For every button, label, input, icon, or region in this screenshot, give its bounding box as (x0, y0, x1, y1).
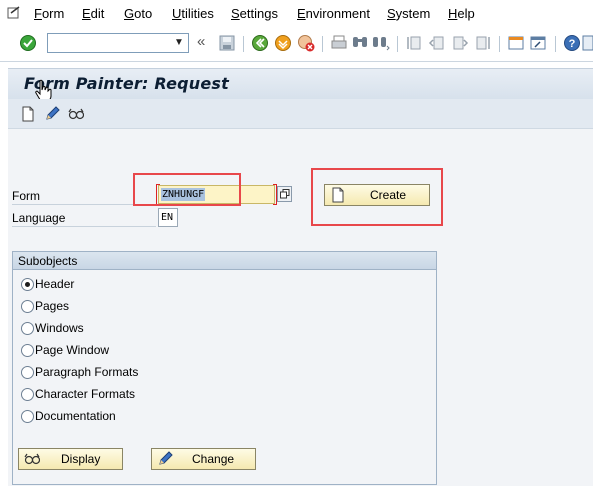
command-field[interactable]: ▼ (47, 33, 189, 53)
copy-icon (280, 189, 290, 199)
radio-label-documentation: Documentation (35, 409, 116, 423)
save-icon[interactable] (218, 34, 236, 52)
print-icon[interactable] (330, 34, 348, 52)
display-button-label: Display (61, 452, 101, 466)
enter-icon[interactable] (19, 34, 37, 52)
toolbar-separator (322, 36, 323, 52)
menu-goto[interactable]: Goto (124, 6, 152, 21)
toolbar-separator (555, 36, 556, 52)
create-icon[interactable] (20, 106, 36, 122)
change-icon[interactable] (44, 106, 60, 122)
display-icon[interactable] (68, 106, 84, 122)
label-underline (12, 226, 156, 227)
change-button-label: Change (192, 452, 235, 466)
radio-label-header: Header (35, 277, 75, 291)
radio-character-formats[interactable] (21, 388, 34, 401)
radio-label-pages: Pages (35, 299, 70, 313)
language-label: Language (12, 211, 66, 225)
highlight-box-form (133, 173, 241, 206)
exit-icon[interactable] (274, 34, 292, 52)
display-button[interactable]: Display (18, 448, 123, 470)
menu-settings[interactable]: Settings (231, 6, 278, 21)
help-icon[interactable]: ? (563, 34, 581, 52)
find-icon[interactable] (351, 34, 369, 52)
change-button[interactable]: Change (151, 448, 256, 470)
language-input[interactable]: EN (158, 208, 178, 227)
svg-text:?: ? (569, 38, 576, 50)
back-icon[interactable] (251, 34, 269, 52)
language-value: EN (161, 212, 174, 223)
radio-label-character-formats: Character Formats (35, 387, 136, 401)
subobjects-title: Subobjects (18, 254, 78, 268)
radio-page-window[interactable] (21, 344, 34, 357)
find-next-icon[interactable] (372, 34, 390, 52)
page-title: Form Painter: Request (24, 74, 229, 93)
display-icon (24, 453, 40, 465)
toolbar-separator (499, 36, 500, 52)
form-label: Form (12, 189, 40, 203)
chevron-down-icon[interactable]: ▼ (173, 37, 185, 49)
first-page-icon[interactable] (405, 34, 423, 52)
radio-label-windows: Windows (35, 321, 84, 335)
radio-windows[interactable] (21, 322, 34, 335)
toolbar-separator (397, 36, 398, 52)
menu-environment[interactable]: Environment (297, 6, 370, 21)
customize-layout-icon[interactable] (582, 34, 593, 52)
radio-header[interactable] (21, 278, 34, 291)
highlight-box-create (311, 168, 443, 226)
shortcut-icon[interactable] (529, 34, 547, 52)
menu-utilities[interactable]: Utilities (172, 6, 214, 21)
toolbar-separator (243, 36, 244, 52)
menu-edit[interactable]: Edit (82, 6, 104, 21)
system-menu-icon[interactable] (7, 6, 21, 20)
previous-page-icon[interactable] (428, 34, 446, 52)
radio-pages[interactable] (21, 300, 34, 313)
radio-paragraph-formats[interactable] (21, 366, 34, 379)
menu-form[interactable]: Form (34, 6, 64, 21)
radio-documentation[interactable] (21, 410, 34, 423)
create-session-icon[interactable] (507, 34, 525, 52)
change-icon (159, 451, 173, 465)
collapse-icon[interactable]: « (197, 33, 205, 50)
radio-label-paragraph-formats: Paragraph Formats (35, 365, 139, 379)
radio-label-page-window: Page Window (35, 343, 110, 357)
menu-system[interactable]: System (387, 6, 430, 21)
cancel-icon[interactable] (297, 34, 315, 52)
value-help-button[interactable] (277, 186, 292, 202)
menu-bar: Form Edit Goto Utilities Settings Enviro… (0, 0, 593, 28)
standard-toolbar: ▼ « ? (0, 28, 593, 62)
subobjects-group: Subobjects Header Pages Windows Page Win… (12, 251, 437, 485)
subobjects-header: Subobjects (13, 252, 436, 270)
title-bar: Form Painter: Request (8, 68, 593, 99)
last-page-icon[interactable] (474, 34, 492, 52)
menu-help[interactable]: Help (448, 6, 475, 21)
application-toolbar (8, 99, 593, 129)
next-page-icon[interactable] (451, 34, 469, 52)
